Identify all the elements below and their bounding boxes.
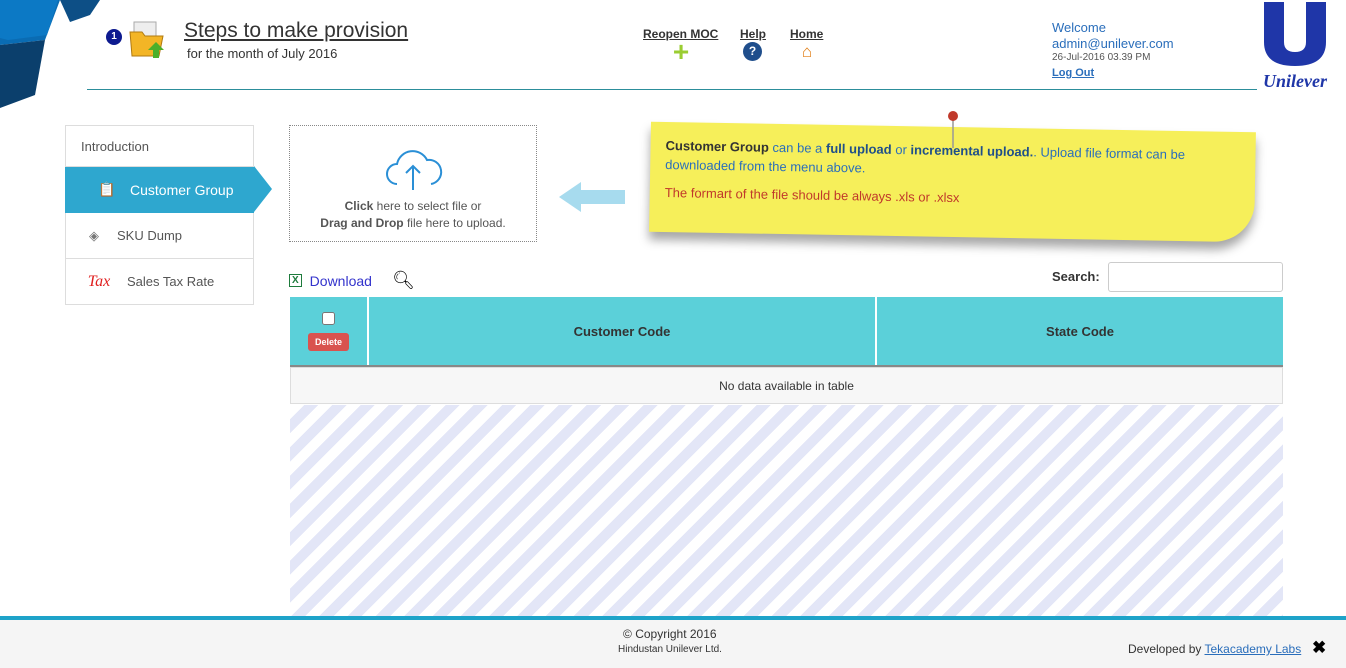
- sidebar-item-customer-group[interactable]: 📋 Customer Group: [65, 166, 272, 213]
- copyright-text: Copyright 2016: [635, 627, 717, 641]
- user-email: admin@unilever.com: [1052, 36, 1174, 51]
- developer-credit: Developed by Tekacademy Labs: [1128, 642, 1301, 656]
- corner-decoration: [0, 0, 100, 108]
- drag-label: Drag and Drop: [320, 216, 404, 230]
- note-text: can be a: [768, 139, 827, 156]
- column-header-state-code[interactable]: State Code: [877, 297, 1283, 365]
- header-divider: [87, 89, 1257, 90]
- empty-table-message: No data available in table: [290, 367, 1283, 404]
- magnifier-icon[interactable]: 🔍︎: [392, 270, 415, 291]
- click-text: here to select file or: [373, 199, 482, 213]
- select-column: Delete: [290, 297, 369, 365]
- left-arrow-icon: [559, 182, 625, 212]
- tax-icon: Tax: [87, 272, 111, 290]
- company-name: Hindustan Unilever Ltd.: [618, 644, 722, 655]
- column-header-customer-code[interactable]: Customer Code: [369, 297, 877, 365]
- drag-text: file here to upload.: [403, 216, 506, 230]
- pin-icon: [948, 111, 958, 148]
- footer: © Copyright 2016 Hindustan Unilever Ltd.…: [0, 616, 1346, 668]
- sidebar-item-introduction[interactable]: Introduction: [65, 125, 254, 167]
- page-title: Steps to make provision: [184, 19, 409, 42]
- plus-icon[interactable]: +: [671, 38, 691, 66]
- download-label: Download: [309, 272, 372, 289]
- search-input[interactable]: [1108, 262, 1283, 292]
- sidebar: Introduction 📋 Customer Group ◈ SKU Dump T…: [65, 125, 272, 305]
- help-link[interactable]: Help: [740, 27, 766, 41]
- home-link[interactable]: Home: [790, 27, 823, 41]
- page-subtitle: for the month of July 2016: [187, 46, 338, 61]
- select-all-checkbox[interactable]: [322, 311, 335, 325]
- search-label: Search:: [1052, 269, 1100, 284]
- customer-group-icon: 📋: [98, 181, 116, 197]
- welcome-block: Welcome admin@unilever.com: [1052, 20, 1174, 52]
- cloud-upload-icon: [386, 150, 443, 190]
- logout-link[interactable]: Log Out: [1052, 67, 1094, 79]
- unilever-logo: Unilever: [1256, 0, 1334, 91]
- boxes-icon: ◈: [89, 227, 99, 243]
- note-text: full upload: [825, 140, 892, 157]
- download-link[interactable]: X Download 🔍︎: [289, 270, 415, 291]
- help-icon[interactable]: ?: [743, 42, 762, 61]
- sidebar-item-label: Introduction: [81, 138, 149, 154]
- home-icon[interactable]: ⌂: [797, 42, 817, 62]
- developer-link[interactable]: Tekacademy Labs: [1205, 642, 1302, 656]
- sidebar-item-sku-dump[interactable]: ◈ SKU Dump: [65, 213, 254, 259]
- timestamp: 26-Jul-2016 03.39 PM: [1052, 52, 1151, 63]
- sidebar-item-label: SKU Dump: [117, 228, 183, 243]
- delete-button[interactable]: Delete: [307, 332, 349, 351]
- sidebar-item-label: Customer Group: [130, 181, 234, 198]
- copyright-icon: ©: [623, 627, 632, 641]
- format-warning: The formart of the file should be always…: [664, 184, 960, 206]
- file-dropzone[interactable]: Click here to select file or Drag and Dr…: [289, 125, 537, 242]
- note-text: or: [891, 141, 911, 158]
- excel-icon: X: [289, 274, 302, 287]
- striped-background: [290, 405, 1283, 617]
- sidebar-item-label: Sales Tax Rate: [127, 274, 215, 289]
- customer-table: Delete Customer Code State Code No data …: [290, 297, 1283, 404]
- click-label: Click: [344, 199, 374, 213]
- copyright: © Copyright 2016: [623, 627, 717, 641]
- dev-prefix: Developed by: [1128, 642, 1205, 656]
- sidebar-item-sales-tax-rate[interactable]: Tax Sales Tax Rate: [65, 259, 254, 305]
- step-badge: 1: [106, 29, 122, 45]
- note-text: Customer Group: [665, 137, 770, 155]
- welcome-text: Welcome: [1052, 20, 1106, 35]
- close-icon[interactable]: ✖: [1312, 638, 1326, 658]
- folder-upload-icon: [129, 21, 164, 58]
